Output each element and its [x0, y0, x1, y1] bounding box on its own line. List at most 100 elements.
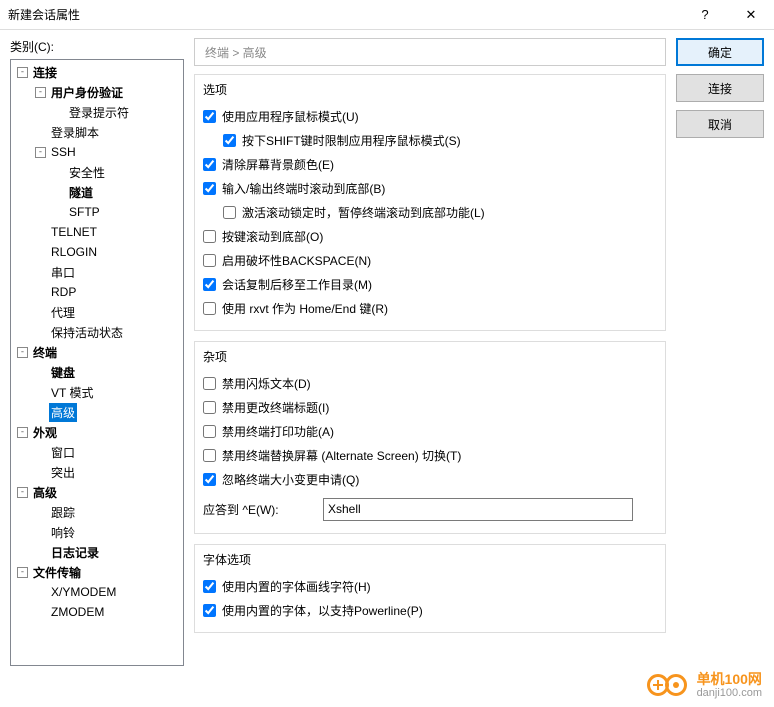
checkbox-label: 按键滚动到底部(O) [222, 228, 323, 245]
tree-item[interactable]: VT 模式 [11, 382, 183, 402]
tree-item[interactable]: 窗口 [11, 442, 183, 462]
window-title: 新建会话属性 [0, 6, 682, 23]
answer-label: 应答到 ^E(W): [203, 501, 323, 518]
tree-item-label: 跟踪 [49, 503, 77, 522]
tree-item[interactable]: 安全性 [11, 162, 183, 182]
tree-item[interactable]: 串口 [11, 262, 183, 282]
tree-item[interactable]: -用户身份验证 [11, 82, 183, 102]
tree-item[interactable]: -连接 [11, 62, 183, 82]
watermark-icon [647, 673, 691, 697]
tree-item-label: ZMODEM [49, 604, 106, 620]
tree-item[interactable]: ZMODEM [11, 602, 183, 622]
checkbox[interactable] [203, 425, 216, 438]
checkbox[interactable] [203, 182, 216, 195]
checkbox[interactable] [203, 473, 216, 486]
tree-item-label: 隧道 [67, 183, 95, 202]
checkbox-row: 清除屏幕背景颜色(E) [203, 152, 657, 176]
checkbox-label: 会话复制后移至工作目录(M) [222, 276, 372, 293]
checkbox[interactable] [203, 449, 216, 462]
tree-item[interactable]: -终端 [11, 342, 183, 362]
tree-item[interactable]: 突出 [11, 462, 183, 482]
tree-toggle-icon[interactable]: - [35, 147, 46, 158]
tree-item[interactable]: 登录脚本 [11, 122, 183, 142]
tree-item-label: X/YMODEM [49, 584, 118, 600]
checkbox[interactable] [203, 377, 216, 390]
checkbox[interactable] [203, 254, 216, 267]
checkbox[interactable] [203, 158, 216, 171]
checkbox-row: 按下SHIFT键时限制应用程序鼠标模式(S) [203, 128, 657, 152]
ok-button[interactable]: 确定 [676, 38, 764, 66]
tree-item[interactable]: 隧道 [11, 182, 183, 202]
tree-item[interactable]: RLOGIN [11, 242, 183, 262]
checkbox[interactable] [203, 401, 216, 414]
close-button[interactable]: ✕ [728, 0, 774, 30]
checkbox-row: 使用内置的字体，以支持Powerline(P) [203, 598, 657, 622]
tree-item-label: 代理 [49, 303, 77, 322]
checkbox[interactable] [203, 604, 216, 617]
connect-button[interactable]: 连接 [676, 74, 764, 102]
tree-toggle-icon[interactable]: - [17, 567, 28, 578]
tree-item[interactable]: 日志记录 [11, 542, 183, 562]
tree-toggle-icon[interactable]: - [17, 347, 28, 358]
cancel-button[interactable]: 取消 [676, 110, 764, 138]
checkbox[interactable] [203, 278, 216, 291]
checkbox-row: 会话复制后移至工作目录(M) [203, 272, 657, 296]
tree-item[interactable]: -文件传输 [11, 562, 183, 582]
tree-toggle-icon[interactable]: - [35, 87, 46, 98]
tree-item[interactable]: 键盘 [11, 362, 183, 382]
tree-toggle-icon[interactable]: - [17, 487, 28, 498]
tree-item[interactable]: 响铃 [11, 522, 183, 542]
checkbox[interactable] [223, 134, 236, 147]
tree-item[interactable]: 代理 [11, 302, 183, 322]
tree-item-label: 文件传输 [31, 563, 83, 582]
checkbox-row: 忽略终端大小变更申请(Q) [203, 467, 657, 491]
checkbox[interactable] [203, 302, 216, 315]
checkbox-label: 使用应用程序鼠标模式(U) [222, 108, 359, 125]
tree-item[interactable]: 保持活动状态 [11, 322, 183, 342]
tree-item-label: 高级 [49, 403, 77, 422]
checkbox[interactable] [203, 580, 216, 593]
tree-item[interactable]: -高级 [11, 482, 183, 502]
category-tree[interactable]: -连接-用户身份验证登录提示符登录脚本-SSH安全性隧道SFTPTELNETRL… [10, 59, 184, 666]
misc-legend: 杂项 [199, 348, 231, 365]
tree-item[interactable]: SFTP [11, 202, 183, 222]
checkbox[interactable] [223, 206, 236, 219]
tree-item[interactable]: RDP [11, 282, 183, 302]
tree-item[interactable]: -SSH [11, 142, 183, 162]
tree-toggle-icon[interactable]: - [17, 67, 28, 78]
tree-item-label: 窗口 [49, 443, 77, 462]
answer-input[interactable] [323, 498, 633, 521]
checkbox-label: 禁用更改终端标题(I) [222, 399, 329, 416]
tree-item[interactable]: 高级 [11, 402, 183, 422]
help-button[interactable]: ? [682, 0, 728, 30]
checkbox-row: 使用 rxvt 作为 Home/End 键(R) [203, 296, 657, 320]
checkbox-row: 激活滚动锁定时，暂停终端滚动到底部功能(L) [203, 200, 657, 224]
tree-item[interactable]: 跟踪 [11, 502, 183, 522]
tree-item-label: 键盘 [49, 363, 77, 382]
font-legend: 字体选项 [199, 551, 255, 568]
watermark: 单机100网 danji100.com [647, 672, 762, 699]
checkbox[interactable] [203, 230, 216, 243]
checkbox-label: 清除屏幕背景颜色(E) [222, 156, 334, 173]
tree-toggle-icon[interactable]: - [17, 427, 28, 438]
checkbox-label: 使用内置的字体画线字符(H) [222, 578, 371, 595]
tree-item-label: 登录提示符 [67, 103, 131, 122]
tree-item-label: 终端 [31, 343, 59, 362]
category-label: 类别(C): [10, 38, 184, 55]
checkbox-label: 禁用终端替换屏幕 (Alternate Screen) 切换(T) [222, 447, 461, 464]
checkbox-row: 使用内置的字体画线字符(H) [203, 574, 657, 598]
misc-fieldset: 杂项 禁用闪烁文本(D)禁用更改终端标题(I)禁用终端打印功能(A)禁用终端替换… [194, 341, 666, 534]
tree-item[interactable]: TELNET [11, 222, 183, 242]
titlebar: 新建会话属性 ? ✕ [0, 0, 774, 30]
checkbox-label: 使用内置的字体，以支持Powerline(P) [222, 602, 423, 619]
tree-item[interactable]: 登录提示符 [11, 102, 183, 122]
checkbox-label: 使用 rxvt 作为 Home/End 键(R) [222, 300, 388, 317]
checkbox-label: 禁用终端打印功能(A) [222, 423, 334, 440]
tree-item-label: 安全性 [67, 163, 107, 182]
breadcrumb: 终端 > 高级 [194, 38, 666, 66]
tree-item[interactable]: -外观 [11, 422, 183, 442]
tree-item[interactable]: X/YMODEM [11, 582, 183, 602]
checkbox[interactable] [203, 110, 216, 123]
checkbox-label: 忽略终端大小变更申请(Q) [222, 471, 359, 488]
tree-item-label: 登录脚本 [49, 123, 101, 142]
